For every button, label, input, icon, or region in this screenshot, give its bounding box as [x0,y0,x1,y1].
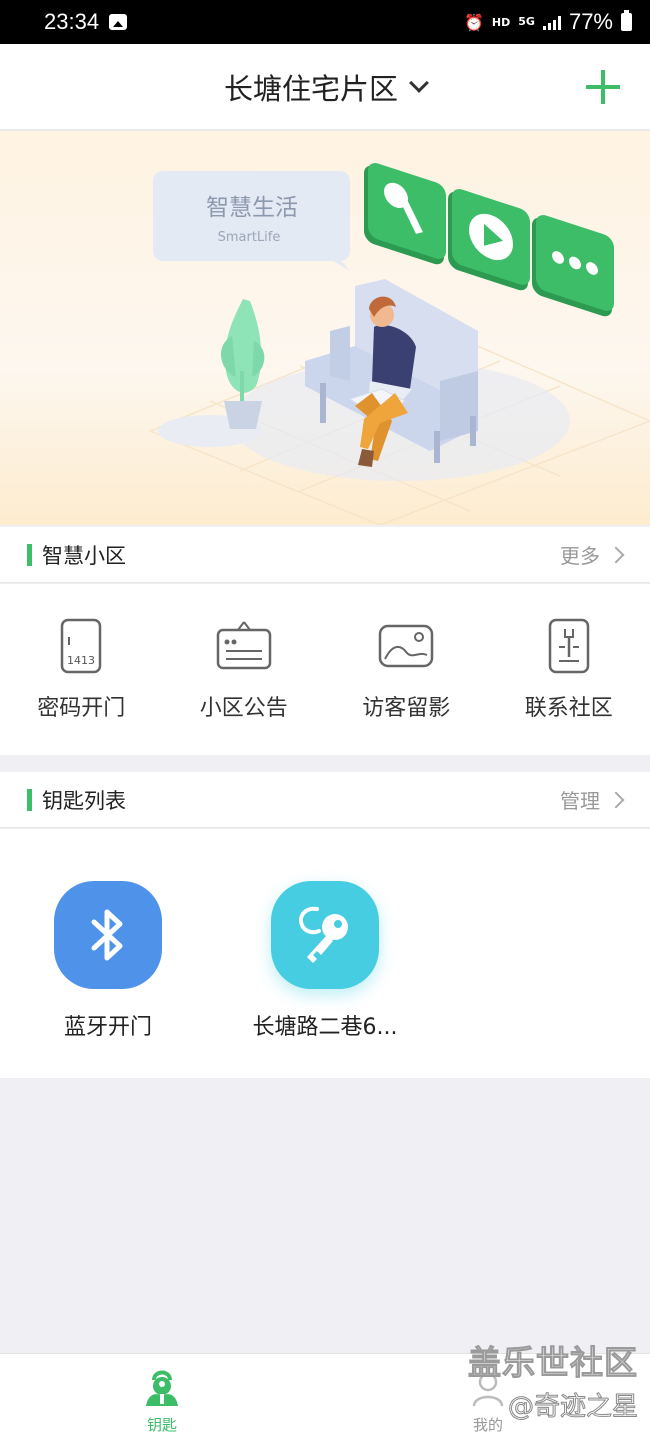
more-link[interactable]: 更多 [560,540,625,569]
battery-percent: 77% [568,9,613,34]
chevron-down-icon [409,72,429,93]
status-icons: ⏰ HD 5G 77% [464,9,632,35]
address-key-label: 长塘路二巷6... [252,1015,398,1040]
contact-community-button[interactable]: 联系社区 [488,584,650,755]
smart-community-title: 智慧小区 [42,543,126,568]
smart-community-header: 智慧小区 更多 [0,527,650,583]
add-button[interactable] [586,70,620,104]
network-type-indicator: 5G [518,15,535,28]
tab-keys[interactable]: 钥匙 [102,1354,222,1444]
chevron-right-icon [607,546,625,563]
bubble-subtitle: SmartLife [218,230,281,245]
manage-link[interactable]: 管理 [560,785,625,814]
password-door-button[interactable]: 1413 密码开门 [0,584,163,755]
key-list: 蓝牙开门 长塘路二巷6... [0,829,650,1078]
notice-label: 小区公告 [199,696,288,721]
tab-keys-label: 钥匙 [146,1416,177,1434]
bubble: 智慧生活 SmartLife [153,171,350,271]
keys-tab-icon [146,1370,178,1406]
notice-button[interactable]: 小区公告 [163,584,326,755]
address-key[interactable]: 长塘路二巷6... [225,881,425,1041]
contact-community-label: 联系社区 [524,696,613,721]
photo-icon [376,616,436,676]
visitor-photo-button[interactable]: 访客留影 [325,584,488,755]
gallery-notification-icon [109,14,128,30]
bluetooth-icon [54,881,162,989]
chevron-right-icon [607,791,625,808]
key-icon [271,881,379,989]
top-header: 长塘住宅片区 [0,44,650,131]
bluetooth-key[interactable]: 蓝牙开门 [8,881,208,1041]
more-label: 更多 [560,544,600,568]
battery-icon [621,10,632,31]
bottom-tab-bar: 钥匙 我的 [0,1353,650,1444]
status-time: 23:34 [44,9,100,34]
keypad-code: 1413 [67,654,95,667]
community-name: 长塘住宅片区 [223,71,398,106]
key-list-header: 钥匙列表 管理 [0,772,650,828]
section-accent-bar [27,543,32,566]
tab-mine[interactable]: 我的 [428,1354,548,1444]
bluetooth-key-label: 蓝牙开门 [63,1015,152,1040]
password-door-label: 密码开门 [37,696,126,721]
keypad-icon: 1413 [51,616,111,676]
wrench-document-icon [539,616,599,676]
manage-label: 管理 [560,789,600,813]
banner-illustration: 智慧生活 SmartLife [148,163,650,525]
tab-mine-label: 我的 [472,1416,503,1434]
user-tab-icon [472,1372,504,1407]
bubble-title: 智慧生活 [206,195,298,221]
hd-indicator: HD [491,15,511,29]
alarm-icon: ⏰ [464,12,484,32]
community-selector[interactable]: 长塘住宅片区 [223,66,429,108]
section-accent-bar [27,788,32,811]
signal-icon [542,14,561,30]
status-bar: 23:34 ⏰ HD 5G 77% [0,0,650,44]
visitor-photo-label: 访客留影 [362,696,451,721]
notice-board-icon [214,616,274,676]
smart-life-banner[interactable]: 智慧生活 SmartLife [0,131,650,525]
function-grid: 1413 密码开门 小区公告 访客留影 联系社区 [0,584,650,755]
plant [158,299,265,447]
key-list-title: 钥匙列表 [42,788,126,813]
